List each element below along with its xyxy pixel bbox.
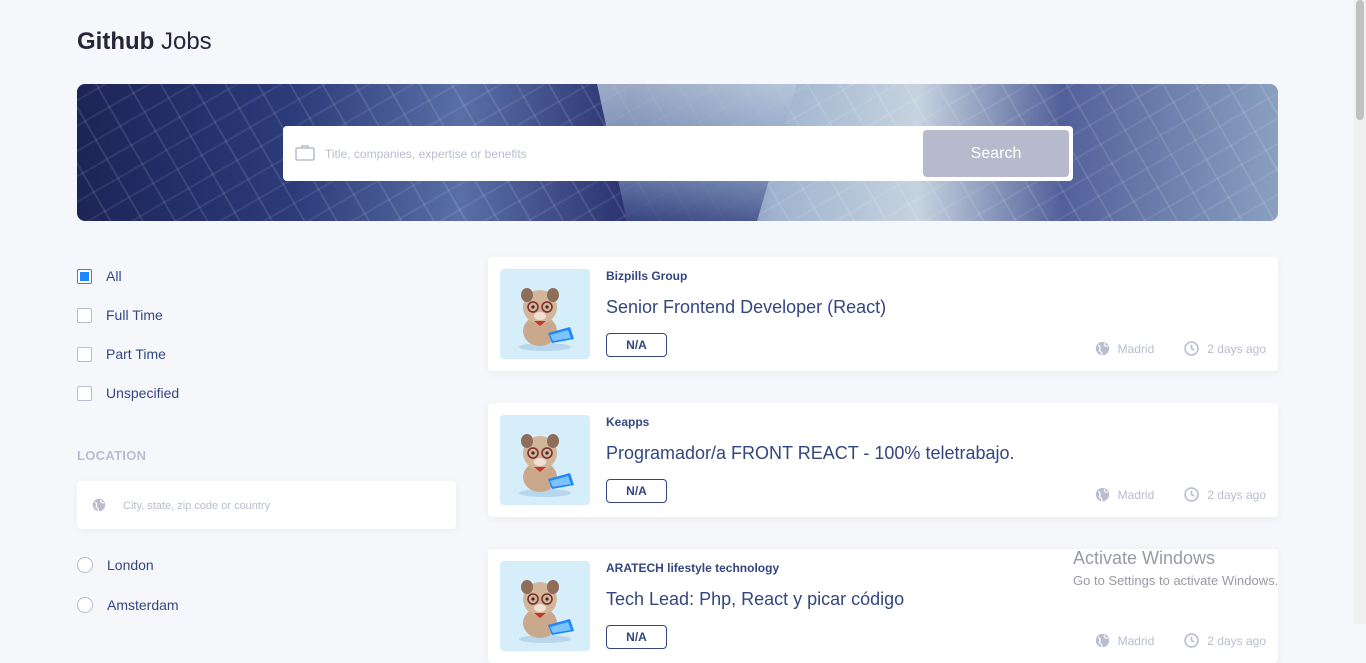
location-field [77,481,456,529]
job-company: Bizpills Group [606,269,688,283]
windows-activation-watermark: Activate Windows Go to Settings to activ… [1073,548,1278,588]
filter-label: Unspecified [106,385,180,401]
search-bar: Search [283,126,1073,181]
logo-bold-text: Github [77,28,155,55]
globe-icon [1095,341,1109,356]
radio-london[interactable] [77,557,93,573]
job-location: Madrid [1095,633,1155,648]
checkbox-full-time[interactable] [77,307,92,323]
globe-icon [1095,633,1109,648]
job-title[interactable]: Programador/a FRONT REACT - 100% teletra… [606,443,1015,464]
filter-full-time[interactable]: Full Time [77,305,163,325]
job-type-badge: N/A [606,333,667,357]
job-location-text: Madrid [1117,633,1155,648]
job-posted-text: 2 days ago [1207,633,1266,648]
watermark-subtitle: Go to Settings to activate Windows. [1073,573,1279,588]
job-location: Madrid [1095,487,1155,502]
filter-label: Part Time [106,346,166,362]
city-label: Amsterdam [107,597,179,613]
job-posted: 2 days ago [1184,633,1266,648]
company-logo [500,415,590,505]
company-logo [500,561,590,651]
filter-unspecified[interactable]: Unspecified [77,383,179,403]
filter-label: All [106,268,122,284]
location-title: LOCATION [77,448,147,463]
city-label: London [107,557,154,573]
company-logo [500,269,590,359]
filter-part-time[interactable]: Part Time [77,344,166,364]
job-type-badge: N/A [606,479,667,503]
job-meta: Madrid 2 days ago [1095,633,1266,648]
job-location-text: Madrid [1117,487,1155,502]
checkbox-all[interactable] [77,268,92,284]
search-input[interactable] [323,138,907,170]
app-logo[interactable]: Github Jobs [77,28,212,56]
job-card[interactable]: Bizpills Group Senior Frontend Developer… [488,257,1278,371]
watermark-title: Activate Windows [1073,548,1216,568]
search-button[interactable]: Search [923,130,1069,177]
city-option-amsterdam[interactable]: Amsterdam [77,595,179,615]
job-card[interactable]: Keapps Programador/a FRONT REACT - 100% … [488,403,1278,517]
job-posted-text: 2 days ago [1207,487,1266,502]
filter-label: Full Time [106,307,163,323]
job-posted: 2 days ago [1184,341,1266,356]
job-location: Madrid [1095,341,1155,356]
job-location-text: Madrid [1117,341,1155,356]
logo-light-text: Jobs [160,28,212,55]
job-posted-text: 2 days ago [1207,341,1266,356]
job-company: Keapps [606,415,650,429]
checkbox-unspecified[interactable] [77,385,92,401]
job-posted: 2 days ago [1184,487,1266,502]
location-input[interactable] [121,493,445,519]
radio-amsterdam[interactable] [77,597,93,613]
page-scrollbar[interactable] [1354,0,1366,624]
scrollbar-thumb[interactable] [1356,0,1364,120]
globe-icon [1095,487,1109,502]
city-option-london[interactable]: London [77,555,154,575]
checkbox-part-time[interactable] [77,346,92,362]
clock-icon [1184,341,1200,356]
job-title[interactable]: Tech Lead: Php, React y picar código [606,589,904,610]
job-meta: Madrid 2 days ago [1095,341,1266,356]
globe-icon [92,498,106,517]
briefcase-icon [295,144,315,166]
job-company: ARATECH lifestyle technology [606,561,780,575]
job-type-badge: N/A [606,625,667,649]
job-title[interactable]: Senior Frontend Developer (React) [606,297,886,318]
filter-all[interactable]: All [77,266,122,286]
clock-icon [1184,633,1200,648]
clock-icon [1184,487,1200,502]
job-meta: Madrid 2 days ago [1095,487,1266,502]
